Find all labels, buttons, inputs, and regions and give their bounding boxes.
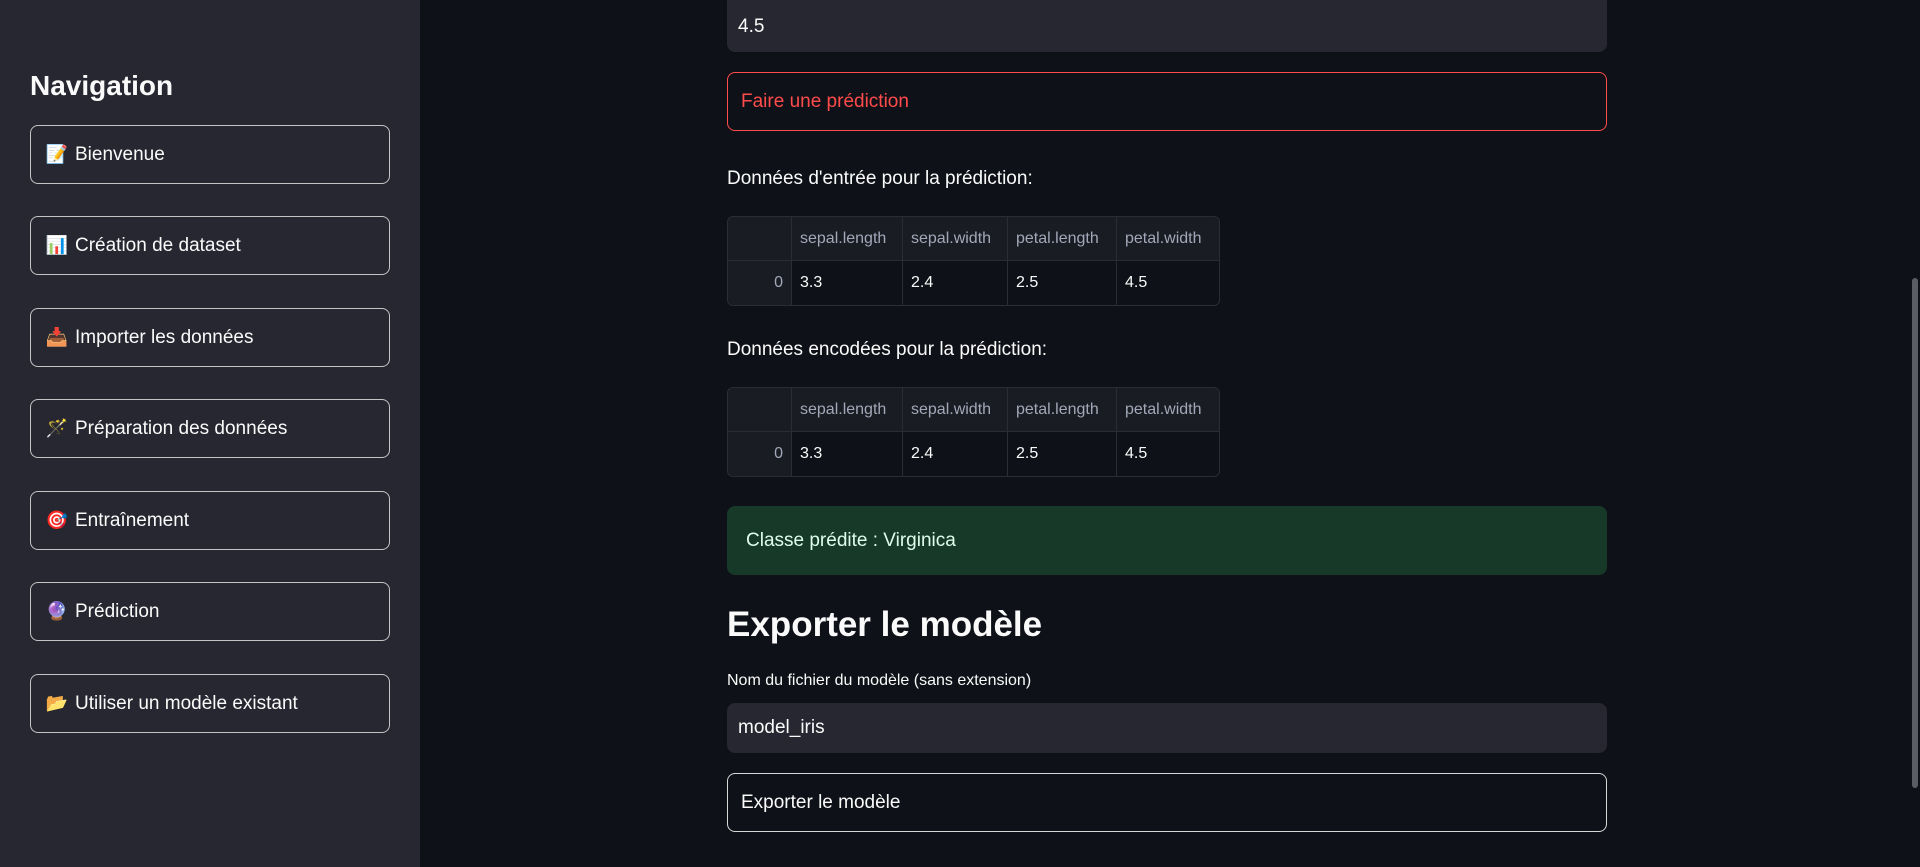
- nav-label: Importer les données: [75, 326, 254, 348]
- table-cell: 2.4: [903, 261, 1008, 305]
- sidebar-title: Navigation: [30, 70, 174, 101]
- nav-button-entrainement[interactable]: 🎯 Entraînement: [30, 491, 390, 550]
- column-header[interactable]: sepal.length: [792, 388, 903, 432]
- column-header[interactable]: sepal.width: [903, 217, 1008, 261]
- column-header[interactable]: petal.width: [1117, 217, 1219, 261]
- crystal-ball-icon: 🔮: [45, 601, 69, 621]
- column-header[interactable]: petal.length: [1008, 388, 1117, 432]
- number-input[interactable]: 4.5: [727, 0, 1607, 52]
- index-header: [728, 388, 792, 432]
- input-dataframe[interactable]: sepal.length sepal.width petal.length pe…: [727, 216, 1220, 306]
- filename-label: Nom du fichier du modèle (sans extension…: [727, 672, 1032, 689]
- nav-label: Bienvenue: [75, 143, 165, 165]
- column-header[interactable]: sepal.width: [903, 388, 1008, 432]
- table-cell: 3.3: [792, 261, 903, 305]
- table-row: 0 3.3 2.4 2.5 4.5: [728, 432, 1219, 476]
- nav-button-creation-dataset[interactable]: 📊 Création de dataset: [30, 216, 390, 275]
- predict-button[interactable]: Faire une prédiction: [727, 72, 1607, 131]
- table-header-row: sepal.length sepal.width petal.length pe…: [728, 217, 1219, 261]
- nav-label: Préparation des données: [75, 417, 288, 439]
- table-cell: 4.5: [1125, 445, 1148, 462]
- export-heading: Exporter le modèle: [727, 605, 1043, 644]
- nav-button-importer-donnees[interactable]: 📥 Importer les données: [30, 308, 390, 367]
- prediction-result-alert: Classe prédite : Virginica: [727, 506, 1607, 575]
- index-header: [728, 217, 792, 261]
- table-row: 0 3.3 2.4 2.5 4.5: [728, 261, 1219, 305]
- table-cell: 4.5: [1125, 274, 1148, 291]
- table-cell: 3.3: [792, 432, 903, 476]
- scrollbar-track[interactable]: [1910, 0, 1920, 867]
- nav-button-bienvenue[interactable]: 📝 Bienvenue: [30, 125, 390, 184]
- sidebar: Navigation 📝 Bienvenue 📊 Création de dat…: [0, 0, 420, 867]
- nav-label: Entraînement: [75, 509, 190, 531]
- table-cell: 2.4: [903, 432, 1008, 476]
- column-header[interactable]: sepal.length: [792, 217, 903, 261]
- column-header[interactable]: petal.width: [1117, 388, 1219, 432]
- nav-label: Utiliser un modèle existant: [75, 692, 298, 714]
- encoded-table-label: Données encodées pour la prédiction:: [727, 339, 1048, 360]
- table-cell: 2.5: [1008, 432, 1117, 476]
- table-header-row: sepal.length sepal.width petal.length pe…: [728, 388, 1219, 432]
- bar-chart-icon: 📊: [45, 235, 69, 255]
- row-index: 0: [728, 432, 792, 476]
- row-index: 0: [728, 261, 792, 305]
- folder-icon: 📂: [45, 693, 69, 713]
- export-button[interactable]: Exporter le modèle: [727, 773, 1607, 832]
- nav-button-prediction[interactable]: 🔮 Prédiction: [30, 582, 390, 641]
- nav-button-preparation-donnees[interactable]: 🪄 Préparation des données: [30, 399, 390, 458]
- nav-button-modele-existant[interactable]: 📂 Utiliser un modèle existant: [30, 674, 390, 733]
- magic-wand-icon: 🪄: [45, 418, 69, 438]
- scrollbar-thumb[interactable]: [1912, 278, 1918, 788]
- input-table-label: Données d'entrée pour la prédiction:: [727, 168, 1033, 189]
- target-icon: 🎯: [45, 510, 69, 530]
- nav-label: Création de dataset: [75, 234, 241, 256]
- encoded-dataframe[interactable]: sepal.length sepal.width petal.length pe…: [727, 387, 1220, 477]
- memo-icon: 📝: [45, 144, 69, 164]
- table-cell: 2.5: [1008, 261, 1117, 305]
- inbox-tray-icon: 📥: [45, 327, 69, 347]
- column-header[interactable]: petal.length: [1008, 217, 1117, 261]
- filename-input[interactable]: [727, 703, 1607, 753]
- nav-label: Prédiction: [75, 600, 160, 622]
